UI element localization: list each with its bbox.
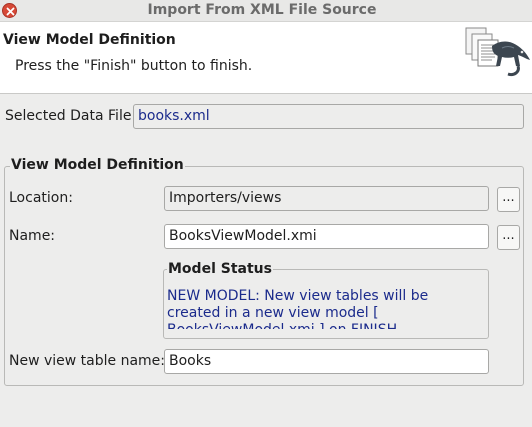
wizard-header: View Model Definition Press the "Finish"… xyxy=(0,22,532,94)
view-table-name-label: New view table name: xyxy=(9,353,166,369)
name-label: Name: xyxy=(9,228,56,244)
name-field[interactable]: BooksViewModel.xmi xyxy=(164,224,489,249)
location-browse-button[interactable]: ... xyxy=(497,187,520,212)
view-model-definition-group-title: View Model Definition xyxy=(10,157,185,173)
selected-data-file-label: Selected Data File: xyxy=(5,108,137,124)
wizard-page-title: View Model Definition xyxy=(3,32,176,48)
selected-data-file-field: books.xml xyxy=(133,104,524,129)
model-status-title: Model Status xyxy=(167,261,273,277)
view-table-name-field[interactable]: Books xyxy=(164,349,489,374)
window-title-bar: Import From XML File Source xyxy=(0,0,532,22)
location-label: Location: xyxy=(9,190,73,206)
model-status-text: NEW MODEL: New view tables will be creat… xyxy=(167,288,429,329)
xml-documents-lizard-icon xyxy=(465,27,530,76)
name-browse-button[interactable]: ... xyxy=(497,225,520,250)
window-title: Import From XML File Source xyxy=(147,2,377,18)
model-status-scroll-area[interactable]: NEW MODEL: New view tables will be creat… xyxy=(167,288,479,329)
wizard-page-message: Press the "Finish" button to finish. xyxy=(15,58,253,74)
location-field: Importers/views xyxy=(164,186,489,211)
